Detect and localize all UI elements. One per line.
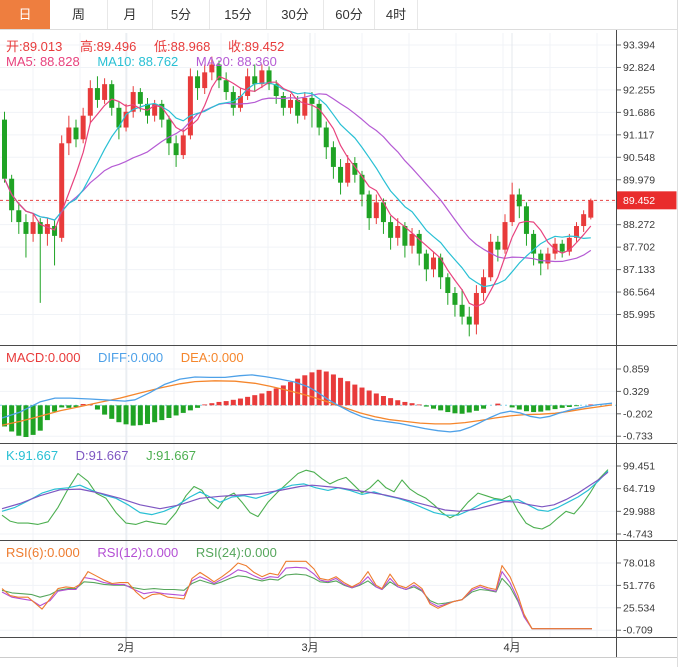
- svg-text:-4.743: -4.743: [623, 529, 653, 541]
- tab-month[interactable]: 月: [108, 0, 153, 29]
- macd-value-label: MACD:0.000: [6, 350, 80, 365]
- rsi-info-row: RSI(6):0.000 RSI(12):0.000 RSI(24):0.000: [6, 545, 291, 560]
- ohlc-open: 开:89.013: [6, 39, 62, 54]
- rsi12-value-label: RSI(12):0.000: [97, 545, 178, 560]
- d-value-label: D:91.667: [76, 448, 129, 463]
- svg-text:25.534: 25.534: [623, 602, 655, 614]
- d-line: [2, 472, 608, 511]
- price-axis-current-badge: 89.452: [617, 191, 677, 209]
- svg-text:86.564: 86.564: [623, 287, 655, 299]
- macd-histogram: [2, 370, 593, 437]
- ohlc-info-row: 开:89.013 高:89.496 低:88.968 收:89.452: [6, 36, 298, 55]
- diff-value-label: DIFF:0.000: [98, 350, 163, 365]
- svg-text:0.859: 0.859: [623, 364, 649, 376]
- svg-text:87.133: 87.133: [623, 264, 655, 276]
- svg-text:-0.202: -0.202: [623, 408, 653, 420]
- svg-text:99.451: 99.451: [623, 461, 655, 473]
- svg-text:2月: 2月: [117, 642, 134, 654]
- kdj-info-row: K:91.667 D:91.667 J:91.667: [6, 448, 210, 463]
- time-axis: 2月 3月 4月: [117, 637, 520, 654]
- j-value-label: J:91.667: [146, 448, 196, 463]
- ohlc-high: 高:89.496: [80, 39, 136, 54]
- kline-chart[interactable]: 93.394 92.824 92.255 91.686 91.117 90.548 89.9…: [0, 0, 678, 667]
- kline-app: 93.394 92.824 92.255 91.686 91.117 90.548 89.9…: [0, 0, 678, 667]
- svg-text:89.979: 89.979: [623, 174, 655, 186]
- tab-bar-filler: [418, 0, 678, 29]
- svg-text:91.686: 91.686: [623, 107, 655, 119]
- svg-text:-0.733: -0.733: [623, 431, 653, 443]
- svg-text:3月: 3月: [301, 642, 318, 654]
- svg-text:29.988: 29.988: [623, 506, 655, 518]
- svg-text:-0.709: -0.709: [623, 625, 653, 637]
- svg-text:85.995: 85.995: [623, 309, 655, 321]
- svg-text:64.719: 64.719: [623, 483, 655, 495]
- svg-text:78.018: 78.018: [623, 558, 655, 570]
- svg-text:92.255: 92.255: [623, 84, 655, 96]
- svg-text:89.452: 89.452: [623, 195, 655, 207]
- svg-text:51.776: 51.776: [623, 580, 655, 592]
- macd-info-row: MACD:0.000 DIFF:0.000 DEA:0.000: [6, 350, 258, 365]
- svg-text:4月: 4月: [503, 642, 520, 654]
- tab-60min[interactable]: 60分: [324, 0, 375, 29]
- svg-text:0.329: 0.329: [623, 386, 649, 398]
- tab-5min[interactable]: 5分: [153, 0, 210, 29]
- svg-text:87.702: 87.702: [623, 242, 655, 254]
- tab-15min[interactable]: 15分: [210, 0, 267, 29]
- price-axis: 93.394 92.824 92.255 91.686 91.117 90.548 89.9…: [616, 40, 655, 637]
- k-value-label: K:91.667: [6, 448, 58, 463]
- ohlc-close: 收:89.452: [228, 39, 284, 54]
- rsi24-value-label: RSI(24):0.000: [196, 545, 277, 560]
- tab-week[interactable]: 周: [50, 0, 108, 29]
- ma5-label: MA5: 88.828: [6, 54, 80, 69]
- svg-text:91.117: 91.117: [623, 129, 654, 141]
- svg-text:93.394: 93.394: [623, 40, 655, 52]
- svg-text:90.548: 90.548: [623, 152, 655, 164]
- svg-text:88.272: 88.272: [623, 219, 655, 231]
- tab-30min[interactable]: 30分: [267, 0, 324, 29]
- ohlc-low: 低:88.968: [154, 39, 210, 54]
- tab-day[interactable]: 日: [0, 0, 50, 29]
- period-tab-bar: 日 周 月 5分 15分 30分 60分 4时: [0, 0, 678, 30]
- ma-info-row: MA5: 88.828 MA10: 88.762 MA20: 88.360: [6, 54, 291, 69]
- svg-text:92.824: 92.824: [623, 62, 655, 74]
- ma20-label: MA20: 88.360: [196, 54, 277, 69]
- dea-value-label: DEA:0.000: [181, 350, 244, 365]
- ma10-label: MA10: 88.762: [97, 54, 178, 69]
- rsi6-value-label: RSI(6):0.000: [6, 545, 80, 560]
- tab-4hour[interactable]: 4时: [375, 0, 418, 29]
